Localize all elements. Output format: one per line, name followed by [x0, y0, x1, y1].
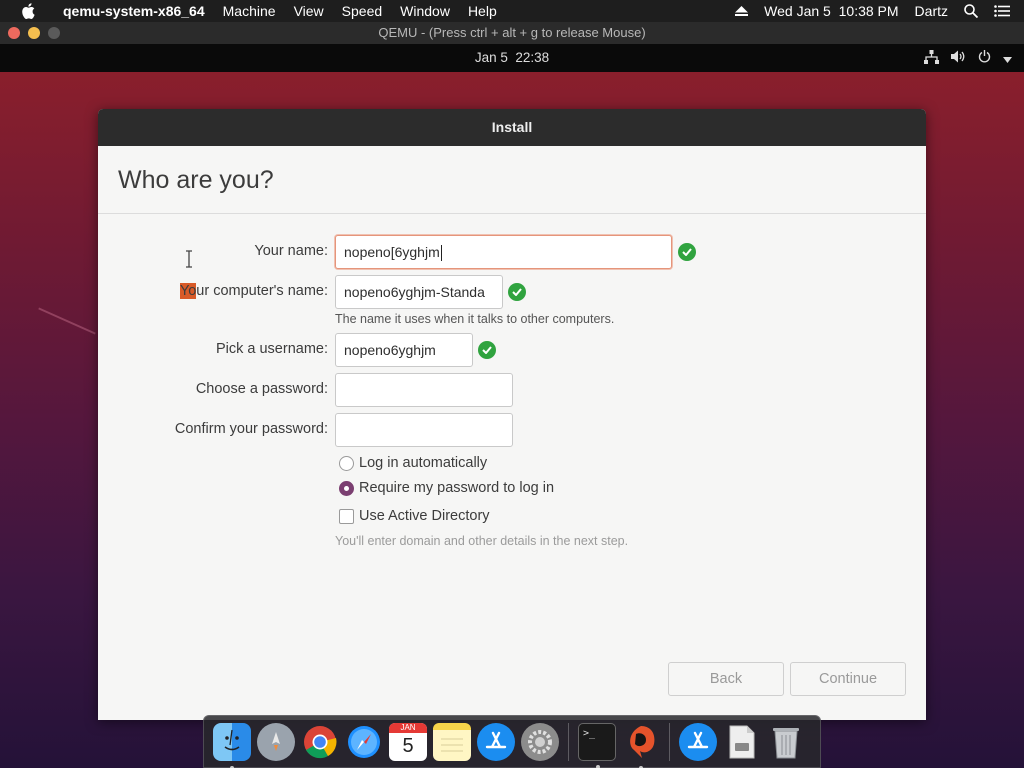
ubuntu-system-tray[interactable]: [924, 44, 1012, 72]
computer-name-label: Your computer's name:: [179, 283, 328, 299]
computer-name-hint: The name it uses when it talks to other …: [335, 312, 615, 326]
active-directory-hint: You'll enter domain and other details in…: [335, 534, 629, 548]
chrome-icon[interactable]: [301, 723, 339, 761]
page-title: Who are you?: [118, 166, 274, 194]
title-divider: [98, 213, 926, 214]
mac-menubar: qemu-system-x86_64 Machine View Speed Wi…: [0, 0, 1024, 22]
terminal-icon[interactable]: >_: [578, 722, 616, 768]
ubuntu-topbar: Jan 5 22:38: [0, 44, 1024, 72]
spotlight-search-icon[interactable]: [956, 0, 986, 22]
password-label: Choose a password:: [195, 381, 328, 397]
terminal-prompt: >_: [583, 727, 596, 739]
text-cursor-icon: [186, 250, 192, 268]
qemu-window-title: QEMU - (Press ctrl + alt + g to release …: [378, 25, 646, 40]
dock-separator: [669, 722, 670, 761]
ubuntu-clock[interactable]: Jan 5 22:38: [0, 44, 1024, 72]
confirm-password-input[interactable]: [335, 413, 513, 447]
mac-dock: JAN 5 >_: [203, 715, 821, 768]
dock-separator: [568, 722, 569, 761]
require-password-radio[interactable]: [339, 481, 354, 496]
username-label: Pick a username:: [215, 341, 328, 357]
menubar-user[interactable]: Dartz: [907, 0, 956, 22]
window-zoom-button[interactable]: [48, 27, 60, 39]
menu-view[interactable]: View: [285, 0, 333, 22]
app-store-downloads-icon[interactable]: [679, 722, 717, 761]
your-name-value: nopeno[6yghjm: [344, 244, 440, 260]
calendar-icon[interactable]: JAN 5: [389, 722, 427, 761]
window-minimize-button[interactable]: [28, 27, 40, 39]
menu-help[interactable]: Help: [459, 0, 506, 22]
calendar-month: JAN: [389, 722, 427, 733]
menu-window[interactable]: Window: [391, 0, 459, 22]
eject-icon[interactable]: [727, 0, 756, 22]
installer-window-title: Install: [98, 109, 926, 146]
app-store-icon[interactable]: [477, 722, 515, 761]
computer-name-input[interactable]: nopeno6yghjm-Standa: [335, 275, 503, 309]
document-icon[interactable]: [723, 723, 761, 761]
volume-icon: [951, 50, 966, 66]
computer-name-label-highlight: Yo: [179, 283, 197, 299]
notification-center-icon[interactable]: [986, 0, 1018, 22]
menu-machine[interactable]: Machine: [214, 0, 285, 22]
finder-icon[interactable]: [213, 722, 251, 768]
apple-icon[interactable]: [20, 3, 36, 19]
calendar-day: 5: [402, 734, 414, 757]
network-icon: [924, 49, 939, 67]
log-in-automatically-label[interactable]: Log in automatically: [359, 455, 487, 471]
safari-icon[interactable]: [345, 723, 383, 761]
chevron-down-icon: [1003, 51, 1012, 66]
launchpad-icon[interactable]: [257, 722, 295, 761]
your-name-input[interactable]: nopeno[6yghjm: [335, 235, 672, 269]
your-name-ok-icon: [678, 243, 696, 261]
installer-window: Install Who are you? Your name: nopeno[6…: [98, 109, 926, 720]
menubar-tray: Wed Jan 5 10:38 PM Dartz: [727, 0, 1024, 22]
continue-button[interactable]: Continue: [790, 662, 906, 696]
confirm-password-label: Confirm your password:: [174, 421, 328, 437]
window-close-button[interactable]: [8, 27, 20, 39]
text-caret: [440, 245, 442, 262]
username-input[interactable]: nopeno6yghjm: [335, 333, 473, 367]
trash-icon[interactable]: [767, 723, 805, 761]
computer-name-ok-icon: [508, 283, 526, 301]
running-indicator: [596, 764, 600, 768]
active-directory-label[interactable]: Use Active Directory: [359, 508, 490, 524]
qemu-icon[interactable]: [622, 723, 660, 768]
menu-app-name[interactable]: qemu-system-x86_64: [54, 0, 214, 22]
active-directory-checkbox[interactable]: [339, 509, 354, 524]
menu-speed[interactable]: Speed: [333, 0, 391, 22]
notes-icon[interactable]: [433, 722, 471, 761]
power-icon: [978, 50, 991, 66]
username-ok-icon: [478, 341, 496, 359]
qemu-titlebar: QEMU - (Press ctrl + alt + g to release …: [0, 22, 1024, 44]
computer-name-label-rest: ur computer's name:: [196, 283, 328, 299]
your-name-label: Your name:: [254, 243, 328, 259]
system-preferences-icon[interactable]: [521, 722, 559, 761]
log-in-automatically-radio[interactable]: [339, 456, 354, 471]
back-button[interactable]: Back: [668, 662, 784, 696]
require-password-label[interactable]: Require my password to log in: [359, 480, 554, 496]
password-input[interactable]: [335, 373, 513, 407]
menubar-datetime[interactable]: Wed Jan 5 10:38 PM: [756, 0, 906, 22]
